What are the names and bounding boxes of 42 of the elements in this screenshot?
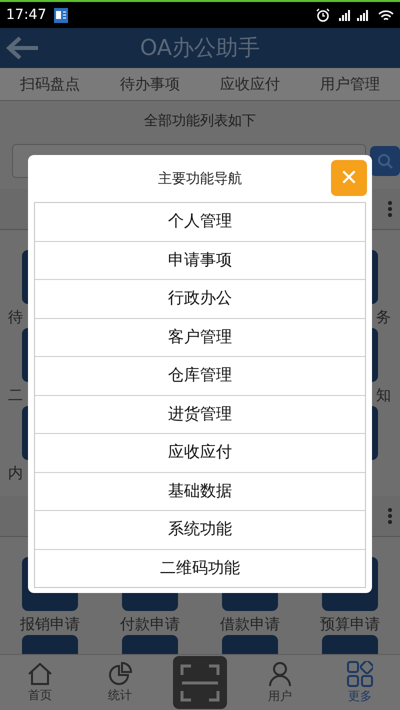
tile-label: 二 — [8, 386, 23, 404]
menu-item[interactable]: 仓库管理 — [35, 356, 365, 394]
search-icon — [377, 153, 393, 169]
menu-item[interactable]: 应收应付 — [35, 433, 365, 472]
scan-icon — [179, 662, 221, 702]
menu-item[interactable]: 个人管理 — [35, 203, 365, 240]
status-time: 17:47 — [6, 7, 46, 23]
tab[interactable]: 待办事项 — [100, 68, 200, 100]
document-icon — [54, 8, 68, 22]
tile-label: 知 — [376, 386, 391, 404]
list-caption: 全部功能列表如下 — [144, 112, 256, 130]
menu-item[interactable]: 申请事项 — [35, 240, 365, 279]
pie-chart-icon — [108, 662, 132, 686]
grid-icon — [347, 660, 373, 686]
home-icon — [27, 662, 53, 686]
tile-label: 内 — [8, 464, 23, 482]
tile-label: 待 — [8, 308, 23, 326]
menu-item[interactable]: 行政办公 — [35, 279, 365, 318]
alarm-icon — [316, 8, 330, 22]
menu-item[interactable]: 二维码功能 — [35, 548, 365, 587]
menu-item[interactable]: 客户管理 — [35, 318, 365, 356]
dialog-title: 主要功能导航 — [158, 170, 242, 188]
more-dots-icon[interactable] — [388, 201, 392, 217]
tile-label: 付款申请 — [120, 615, 180, 633]
app-title: OA办公助手 — [140, 35, 260, 63]
scan-button[interactable] — [173, 656, 227, 709]
tile-label: 报销申请 — [20, 615, 80, 633]
user-icon — [268, 660, 292, 686]
wifi-icon — [378, 8, 394, 22]
search-button[interactable] — [370, 146, 400, 176]
signal-icon — [338, 8, 370, 22]
tile-label: 借款申请 — [220, 615, 280, 633]
more-dots-icon[interactable] — [388, 508, 392, 524]
menu-item[interactable]: 系统功能 — [35, 510, 365, 548]
tile-label: 预算申请 — [320, 615, 380, 633]
tab[interactable]: 扫码盘点 — [0, 68, 100, 100]
tile-label: 务 — [376, 308, 391, 326]
tab[interactable]: 用户管理 — [300, 68, 400, 100]
menu-item[interactable]: 基础数据 — [35, 472, 365, 510]
menu-item[interactable]: 进货管理 — [35, 394, 365, 433]
back-arrow-icon[interactable] — [6, 36, 40, 60]
tab[interactable]: 应收应付 — [200, 68, 300, 100]
